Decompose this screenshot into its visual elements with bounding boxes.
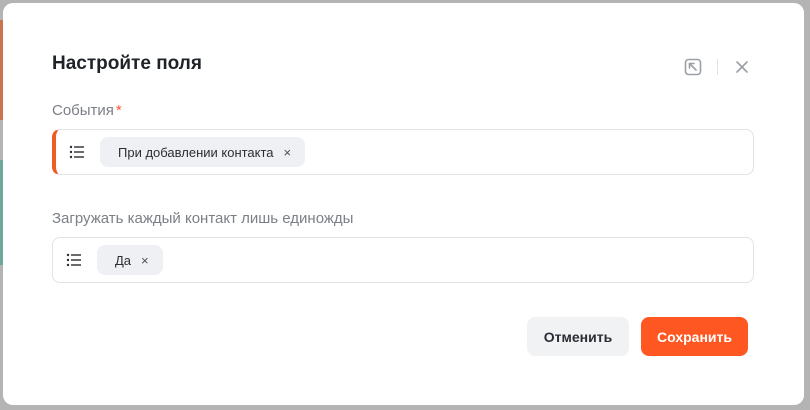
chip-label: Да	[115, 252, 132, 268]
selected-chip: Да ×	[97, 245, 163, 275]
save-button[interactable]: Сохранить	[641, 317, 748, 356]
header-actions	[681, 55, 754, 79]
once-field-label: Загружать каждый контакт лишь единожды	[52, 210, 354, 227]
cancel-button[interactable]: Отменить	[527, 317, 629, 356]
events-label-text: События	[52, 102, 114, 119]
chip-remove-icon[interactable]: ×	[141, 253, 149, 268]
selected-chip: При добавлении контакта ×	[100, 137, 306, 167]
list-icon	[68, 143, 86, 161]
chip-label: При добавлении контакта	[118, 144, 274, 160]
close-icon[interactable]	[730, 55, 754, 79]
once-select[interactable]: Да ×	[52, 237, 754, 283]
list-icon	[65, 251, 83, 269]
events-select[interactable]: При добавлении контакта ×	[52, 129, 754, 175]
settings-modal: Настройте поля События * При добавлении …	[3, 3, 804, 405]
events-field-label: События *	[52, 102, 122, 119]
chip-remove-icon[interactable]: ×	[284, 145, 292, 160]
collapse-arrow-icon[interactable]	[681, 55, 705, 79]
header-divider	[717, 59, 718, 75]
required-marker: *	[115, 102, 122, 119]
modal-title: Настройте поля	[52, 53, 202, 74]
